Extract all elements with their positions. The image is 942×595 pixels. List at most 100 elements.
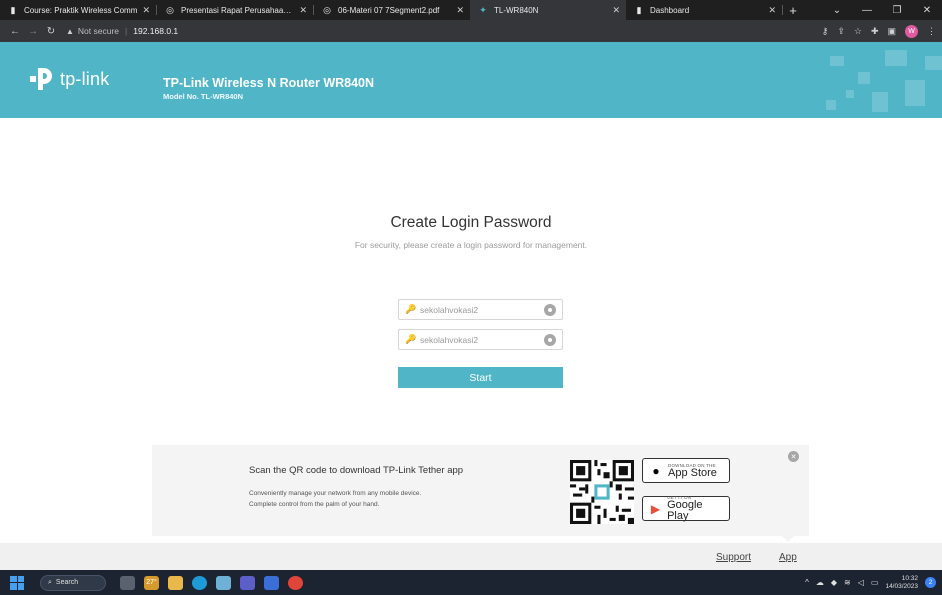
promo-line: Complete control from the palm of your h… — [249, 501, 380, 508]
tab-dashboard[interactable]: ▮ Dashboard ✕ — [626, 0, 782, 20]
menu-icon[interactable]: ⋮ — [927, 26, 936, 37]
start-button[interactable]: Start — [398, 367, 563, 388]
tab-search-icon[interactable]: ⌄ — [822, 5, 852, 16]
tplink-logo-icon — [30, 68, 52, 90]
tab-title: Course: Praktik Wireless Comm — [24, 5, 138, 15]
search-icon: ⌕ — [48, 578, 52, 586]
app-store-button[interactable]: ● DOWNLOAD ON THE App Store — [642, 458, 730, 483]
tab-title: Presentasi Rapat Perusahaan El — [181, 5, 296, 15]
tab-materi-pdf[interactable]: ◎ 06-Materi 07 7Segment2.pdf ✕ — [314, 0, 470, 20]
app-store-text: DOWNLOAD ON THE App Store — [668, 463, 717, 479]
address-divider: | — [125, 26, 128, 36]
page-footer: Support App — [0, 543, 942, 570]
page-title: Create Login Password — [390, 214, 552, 231]
battery-icon[interactable]: ▭ — [871, 578, 879, 587]
tab-presentasi[interactable]: ◎ Presentasi Rapat Perusahaan El ✕ — [157, 0, 313, 20]
new-tab-button[interactable]: + — [783, 0, 803, 20]
confirm-password-input[interactable] — [420, 334, 544, 345]
app-icon[interactable] — [264, 575, 279, 590]
chrome-icon[interactable] — [288, 575, 303, 590]
wifi-icon[interactable]: ≋ — [844, 578, 851, 587]
file-explorer-icon[interactable] — [168, 575, 183, 590]
bookmark-icon: ▮ — [636, 4, 642, 15]
app-promo-panel: Scan the QR code to download TP-Link Tet… — [152, 445, 809, 542]
router-title: TP-Link Wireless N Router WR840N — [163, 76, 375, 90]
promo-pointer — [782, 536, 794, 542]
google-play-button[interactable]: ▶ GET IT ON Google Play — [642, 495, 730, 522]
reload-icon[interactable]: ↻ — [42, 26, 60, 37]
forward-icon[interactable]: → — [24, 26, 42, 37]
bookmark-icon: ▮ — [10, 4, 16, 15]
tab-title: TL-WR840N — [494, 5, 539, 15]
close-icon[interactable]: ✕ — [612, 5, 620, 16]
extensions-icon[interactable]: ✚ — [871, 26, 879, 37]
eye-icon[interactable] — [544, 303, 556, 316]
main-content: Create Login Password For security, plea… — [0, 118, 942, 543]
tab-title: 06-Materi 07 7Segment2.pdf — [338, 5, 440, 15]
close-icon[interactable]: ✕ — [142, 5, 150, 16]
eye-icon[interactable] — [544, 333, 556, 346]
close-window-button[interactable]: ✕ — [912, 5, 942, 16]
tab-tl-wr840n[interactable]: ✦ TL-WR840N ✕ — [470, 0, 626, 20]
header-decoration — [858, 72, 870, 84]
promo-title: Scan the QR code to download TP-Link Tet… — [249, 465, 464, 476]
sidepanel-icon[interactable]: ▣ — [887, 26, 896, 37]
warning-icon[interactable]: ▲ — [66, 27, 74, 36]
edge-icon[interactable] — [192, 575, 207, 590]
globe-icon: ◎ — [323, 4, 331, 15]
apple-icon: ● — [652, 463, 660, 478]
toolbar-actions: ⚷ ⇪ ☆ ✚ ▣ W ⋮ — [822, 24, 936, 38]
app-store-label: App Store — [668, 466, 717, 479]
header-decoration — [846, 90, 854, 98]
minimize-button[interactable]: — — [852, 5, 882, 16]
security-label[interactable]: Not secure — [78, 26, 119, 36]
app-icon[interactable] — [240, 575, 255, 590]
task-view-icon[interactable] — [120, 575, 135, 590]
back-icon[interactable]: ← — [6, 26, 24, 37]
taskbar-search[interactable]: ⌕ Search — [40, 574, 106, 591]
header-decoration — [905, 80, 925, 106]
weather-icon[interactable]: 27° — [144, 575, 159, 590]
url-text[interactable]: 192.168.0.1 — [133, 26, 178, 36]
close-icon[interactable]: ✕ — [768, 5, 776, 16]
notification-badge[interactable]: 2 — [925, 577, 936, 588]
clock[interactable]: 10:32 14/03/2023 — [885, 575, 918, 591]
tab-course[interactable]: ▮ Course: Praktik Wireless Comm ✕ — [0, 0, 156, 20]
address-bar[interactable]: ▲ Not secure | 192.168.0.1 — [66, 26, 178, 36]
close-icon[interactable]: ✕ — [788, 451, 799, 462]
restore-button[interactable]: ❐ — [882, 5, 912, 16]
calendar-app-icon[interactable] — [216, 575, 231, 590]
header-decoration — [872, 92, 888, 112]
clock-date: 14/03/2023 — [885, 582, 918, 590]
cloud-icon[interactable]: ☁ — [816, 578, 824, 587]
app-link[interactable]: App — [779, 552, 797, 563]
share-icon[interactable]: ⇪ — [837, 26, 845, 37]
window-controls: ⌄ — ❐ ✕ — [822, 0, 942, 20]
header-titles: TP-Link Wireless N Router WR840N Model N… — [163, 76, 374, 101]
key-icon: 🔑 — [405, 334, 417, 344]
header-decoration — [826, 100, 836, 110]
browser-tab-strip: ▮ Course: Praktik Wireless Comm ✕ ◎ Pres… — [0, 0, 942, 20]
support-link[interactable]: Support — [716, 552, 751, 563]
close-icon[interactable]: ✕ — [456, 5, 464, 16]
confirm-password-field[interactable]: 🔑 — [398, 329, 563, 350]
close-icon[interactable]: ✕ — [299, 5, 307, 16]
browser-toolbar: ← → ↻ ▲ Not secure | 192.168.0.1 ⚷ ⇪ ☆ ✚… — [0, 20, 942, 42]
router-model: Model No. TL-WR840N — [163, 92, 243, 101]
key-icon: 🔑 — [405, 304, 417, 314]
google-play-icon: ▶ — [650, 501, 661, 516]
chevron-up-icon[interactable]: ^ — [805, 578, 809, 587]
key-icon[interactable]: ⚷ — [822, 26, 829, 37]
router-header: tp-link TP-Link Wireless N Router WR840N… — [0, 42, 942, 118]
app-tray-icon[interactable]: ◆ — [831, 578, 837, 587]
windows-start-icon[interactable] — [10, 575, 24, 590]
google-play-label: Google Play — [667, 499, 703, 522]
search-label: Search — [55, 579, 79, 586]
tplink-logo: tp-link — [26, 64, 109, 94]
header-decoration — [830, 56, 844, 66]
password-input[interactable] — [420, 304, 544, 315]
volume-icon[interactable]: ◁ — [858, 578, 864, 587]
profile-avatar[interactable]: W — [905, 24, 918, 38]
star-icon[interactable]: ☆ — [854, 26, 862, 37]
password-field[interactable]: 🔑 — [398, 299, 563, 320]
